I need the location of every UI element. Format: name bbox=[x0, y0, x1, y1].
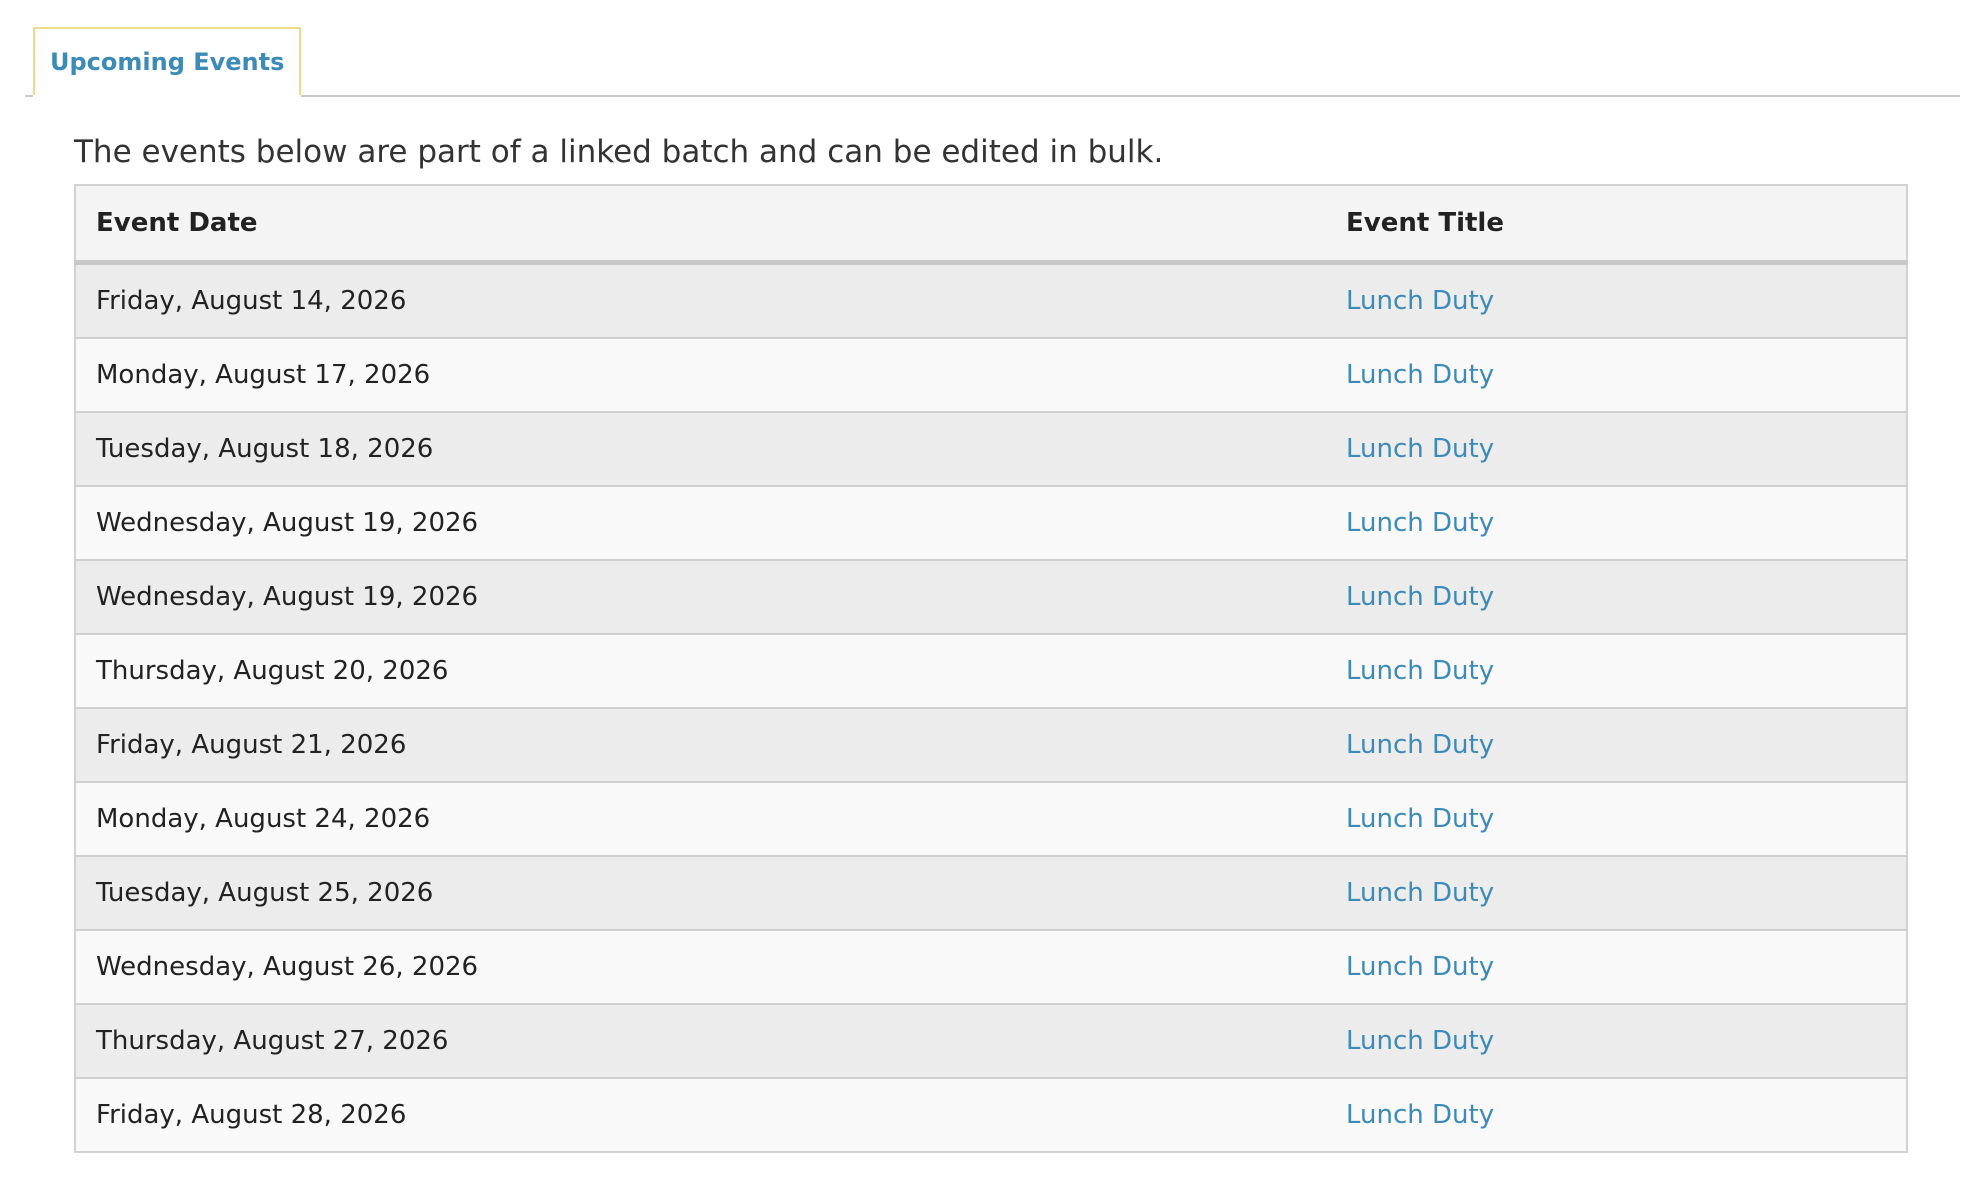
event-date-cell: Wednesday, August 26, 2026 bbox=[75, 930, 1326, 1005]
event-title-cell: Lunch Duty bbox=[1326, 1078, 1907, 1152]
event-title-cell: Lunch Duty bbox=[1326, 412, 1907, 487]
event-title-cell: Lunch Duty bbox=[1326, 856, 1907, 931]
event-title-cell: Lunch Duty bbox=[1326, 560, 1907, 635]
event-title-link[interactable]: Lunch Duty bbox=[1346, 730, 1494, 760]
event-date-cell: Wednesday, August 19, 2026 bbox=[75, 486, 1326, 561]
event-date-cell: Friday, August 28, 2026 bbox=[75, 1078, 1326, 1152]
table-row: Tuesday, August 25, 2026 Lunch Duty bbox=[75, 856, 1907, 931]
tab-label: Upcoming Events bbox=[50, 48, 285, 76]
batch-description: The events below are part of a linked ba… bbox=[74, 134, 1164, 170]
event-title-link[interactable]: Lunch Duty bbox=[1346, 656, 1494, 686]
event-title-link[interactable]: Lunch Duty bbox=[1346, 1026, 1494, 1056]
tab-upcoming-events[interactable]: Upcoming Events bbox=[33, 27, 302, 97]
table-row: Monday, August 17, 2026 Lunch Duty bbox=[75, 338, 1907, 413]
table-header-row: Event Date Event Title bbox=[75, 185, 1907, 265]
table-row: Wednesday, August 26, 2026 Lunch Duty bbox=[75, 930, 1907, 1005]
event-title-cell: Lunch Duty bbox=[1326, 1004, 1907, 1079]
event-title-cell: Lunch Duty bbox=[1326, 634, 1907, 709]
table-row: Friday, August 21, 2026 Lunch Duty bbox=[75, 708, 1907, 783]
event-date-cell: Monday, August 24, 2026 bbox=[75, 782, 1326, 857]
event-title-link[interactable]: Lunch Duty bbox=[1346, 878, 1494, 908]
event-date-cell: Friday, August 21, 2026 bbox=[75, 708, 1326, 783]
event-date-cell: Thursday, August 20, 2026 bbox=[75, 634, 1326, 709]
event-date-cell: Friday, August 14, 2026 bbox=[75, 262, 1326, 339]
column-header-event-date[interactable]: Event Date bbox=[75, 185, 1326, 265]
event-title-link[interactable]: Lunch Duty bbox=[1346, 582, 1494, 612]
event-title-cell: Lunch Duty bbox=[1326, 262, 1907, 339]
table-row: Friday, August 28, 2026 Lunch Duty bbox=[75, 1078, 1907, 1152]
event-date-cell: Monday, August 17, 2026 bbox=[75, 338, 1326, 413]
event-title-cell: Lunch Duty bbox=[1326, 930, 1907, 1005]
events-table-body: Friday, August 14, 2026 Lunch Duty Monday,… bbox=[75, 262, 1907, 1152]
event-title-link[interactable]: Lunch Duty bbox=[1346, 1100, 1494, 1130]
event-date-cell: Tuesday, August 25, 2026 bbox=[75, 856, 1326, 931]
column-header-event-title[interactable]: Event Title bbox=[1326, 185, 1907, 265]
event-title-link[interactable]: Lunch Duty bbox=[1346, 508, 1494, 538]
event-title-link[interactable]: Lunch Duty bbox=[1346, 804, 1494, 834]
table-row: Wednesday, August 19, 2026 Lunch Duty bbox=[75, 486, 1907, 561]
event-title-cell: Lunch Duty bbox=[1326, 486, 1907, 561]
event-title-cell: Lunch Duty bbox=[1326, 782, 1907, 857]
event-title-link[interactable]: Lunch Duty bbox=[1346, 434, 1494, 464]
event-title-cell: Lunch Duty bbox=[1326, 708, 1907, 783]
table-row: Thursday, August 20, 2026 Lunch Duty bbox=[75, 634, 1907, 709]
table-row: Monday, August 24, 2026 Lunch Duty bbox=[75, 782, 1907, 857]
table-row: Wednesday, August 19, 2026 Lunch Duty bbox=[75, 560, 1907, 635]
table-row: Thursday, August 27, 2026 Lunch Duty bbox=[75, 1004, 1907, 1079]
events-table: Event Date Event Title Friday, August 14… bbox=[74, 184, 1908, 1153]
event-title-link[interactable]: Lunch Duty bbox=[1346, 952, 1494, 982]
table-row: Friday, August 14, 2026 Lunch Duty bbox=[75, 262, 1907, 339]
event-date-cell: Thursday, August 27, 2026 bbox=[75, 1004, 1326, 1079]
event-date-cell: Wednesday, August 19, 2026 bbox=[75, 560, 1326, 635]
event-title-cell: Lunch Duty bbox=[1326, 338, 1907, 413]
event-title-link[interactable]: Lunch Duty bbox=[1346, 360, 1494, 390]
table-row: Tuesday, August 18, 2026 Lunch Duty bbox=[75, 412, 1907, 487]
tab-bar: Upcoming Events bbox=[25, 0, 1960, 97]
event-title-link[interactable]: Lunch Duty bbox=[1346, 286, 1494, 316]
event-date-cell: Tuesday, August 18, 2026 bbox=[75, 412, 1326, 487]
